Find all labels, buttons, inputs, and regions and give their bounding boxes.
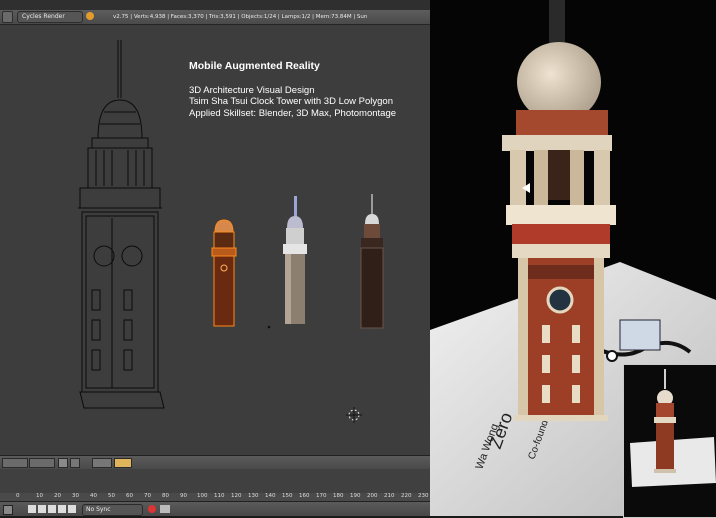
tick-label: 80 [162, 493, 169, 499]
frame-ruler[interactable]: 0 10 20 30 40 50 60 70 80 90 100 110 120… [0, 493, 430, 501]
tick-label: 180 [333, 493, 344, 499]
tick-label: 230 [418, 493, 429, 499]
project-line-3: Applied Skillset: Blender, 3D Max, Photo… [189, 107, 397, 119]
tick-label: 70 [144, 493, 151, 499]
inset-scene [624, 369, 716, 517]
inset-photo [623, 364, 716, 518]
next-keyframe-icon[interactable] [68, 505, 76, 513]
project-info-overlay: Mobile Augmented Reality 3D Architecture… [189, 60, 397, 119]
keying-set-icon[interactable] [160, 505, 170, 513]
record-icon[interactable] [148, 505, 156, 513]
blender-logo-icon [86, 12, 94, 20]
blender-window: Cycles Render v2.75 | Verts:4,938 | Face… [0, 0, 430, 516]
dark-tower-model[interactable] [360, 194, 384, 329]
manipulator-icon[interactable] [114, 458, 132, 468]
tick-label: 190 [350, 493, 361, 499]
project-title: Mobile Augmented Reality [189, 60, 320, 72]
tick-label: 210 [384, 493, 395, 499]
tick-label: 90 [180, 493, 187, 499]
ar-clock-tower [502, 110, 616, 421]
tick-label: 220 [401, 493, 412, 499]
scene-stats: v2.75 | Verts:4,938 | Faces:3,370 | Tris… [113, 14, 368, 20]
pivot-icon[interactable] [92, 458, 112, 468]
timeline-type-icon[interactable] [3, 505, 13, 515]
sync-select[interactable]: No Sync [82, 504, 143, 516]
tick-label: 130 [248, 493, 259, 499]
project-line-2: Tsim Sha Tsui Clock Tower with 3D Low Po… [189, 96, 393, 107]
3d-viewport[interactable]: Mobile Augmented Reality 3D Architecture… [0, 25, 430, 455]
playback-bar: No Sync [0, 501, 430, 516]
3d-cursor-icon[interactable] [346, 407, 362, 423]
prev-keyframe-icon[interactable] [38, 505, 46, 513]
tick-label: 50 [108, 493, 115, 499]
origin-dot [267, 325, 271, 329]
project-line-1: 3D Architecture Visual Design [189, 84, 315, 96]
editor-type-button[interactable] [2, 11, 13, 23]
jump-start-icon[interactable] [28, 505, 36, 513]
tick-label: 200 [367, 493, 378, 499]
wireframe-clock-tower [78, 40, 165, 409]
info-header: Cycles Render v2.75 | Verts:4,938 | Face… [0, 10, 430, 25]
tick-label: 100 [197, 493, 208, 499]
tick-label: 170 [316, 493, 327, 499]
view-menu-button[interactable] [2, 458, 28, 468]
tick-label: 10 [36, 493, 43, 499]
grey-tower-model[interactable] [283, 196, 307, 324]
selected-tower-model[interactable] [211, 219, 237, 327]
qr-code [619, 319, 661, 351]
top-strip [0, 0, 430, 10]
tick-label: 120 [231, 493, 242, 499]
shading-icon[interactable] [70, 458, 80, 468]
play-reverse-icon[interactable] [48, 505, 56, 513]
tick-label: 30 [72, 493, 79, 499]
render-engine-select[interactable]: Cycles Render [17, 11, 83, 23]
mode-icon[interactable] [58, 458, 68, 468]
tick-label: 160 [299, 493, 310, 499]
tick-label: 40 [90, 493, 97, 499]
tick-label: 20 [54, 493, 61, 499]
tick-label: 110 [214, 493, 225, 499]
tick-label: 150 [282, 493, 293, 499]
select-menu-button[interactable] [29, 458, 55, 468]
tick-label: 60 [126, 493, 133, 499]
viewport-header [0, 455, 430, 470]
clock-face-icon [546, 286, 574, 314]
play-icon[interactable] [58, 505, 66, 513]
tick-label: 0 [16, 493, 20, 499]
tick-label: 140 [265, 493, 276, 499]
